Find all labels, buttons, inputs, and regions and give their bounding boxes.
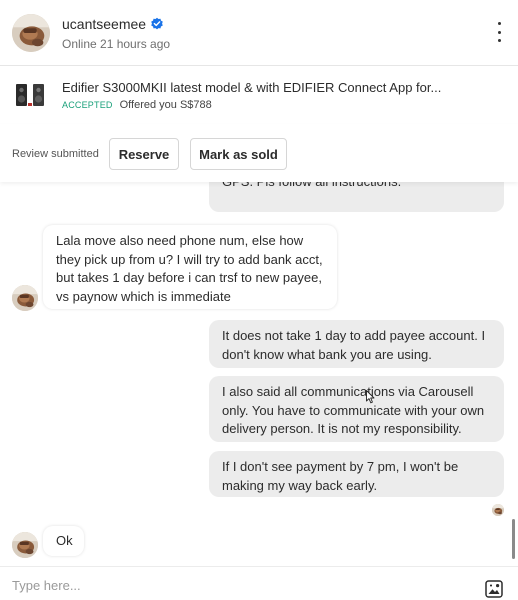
listing-title[interactable]: Edifier S3000MKII latest model & with ED… (62, 80, 441, 95)
message-input[interactable] (12, 575, 462, 595)
message-composer (0, 566, 518, 600)
listing-summary[interactable]: Edifier S3000MKII latest model & with ED… (0, 66, 518, 124)
message-bubble-outgoing: stated. Everybody can find it using the … (209, 180, 504, 212)
message-bubble-outgoing: It does not take 1 day to add payee acco… (209, 320, 504, 368)
message-bubble-incoming: Ok (43, 526, 84, 556)
user-avatar[interactable] (12, 14, 50, 52)
message-bubble-outgoing: If I don't see payment by 7 pm, I won't … (209, 451, 504, 497)
status-badge: ACCEPTED (62, 100, 113, 110)
offer-text: Offered you S$788 (119, 99, 212, 111)
speaker-thumbnail (14, 80, 48, 110)
mouse-cursor-icon (366, 390, 375, 404)
more-vertical-icon[interactable] (494, 22, 504, 42)
chat-header: ucantseemee Online 21 hours ago (0, 0, 518, 66)
username[interactable]: ucantseemee (62, 16, 146, 32)
scrollbar[interactable] (512, 519, 515, 559)
mark-as-sold-button[interactable]: Mark as sold (190, 138, 287, 170)
sender-avatar[interactable] (12, 532, 38, 558)
message-list[interactable]: stated. Everybody can find it using the … (0, 180, 518, 566)
offer-row: ACCEPTED Offered you S$788 (62, 99, 212, 111)
username-row[interactable]: ucantseemee (62, 16, 164, 32)
action-bar: Review submitted Reserve Mark as sold (0, 124, 518, 182)
reserve-button[interactable]: Reserve (109, 138, 179, 170)
message-bubble-outgoing: I also said all communications via Carou… (209, 376, 504, 442)
message-bubble-incoming: Lala move also need phone num, else how … (43, 225, 337, 309)
sender-avatar[interactable] (12, 285, 38, 311)
add-photo-icon[interactable] (485, 580, 503, 598)
review-status: Review submitted (12, 148, 99, 160)
verified-badge-icon (151, 17, 163, 30)
online-status: Online 21 hours ago (62, 37, 171, 51)
read-receipt-avatar (492, 504, 504, 516)
